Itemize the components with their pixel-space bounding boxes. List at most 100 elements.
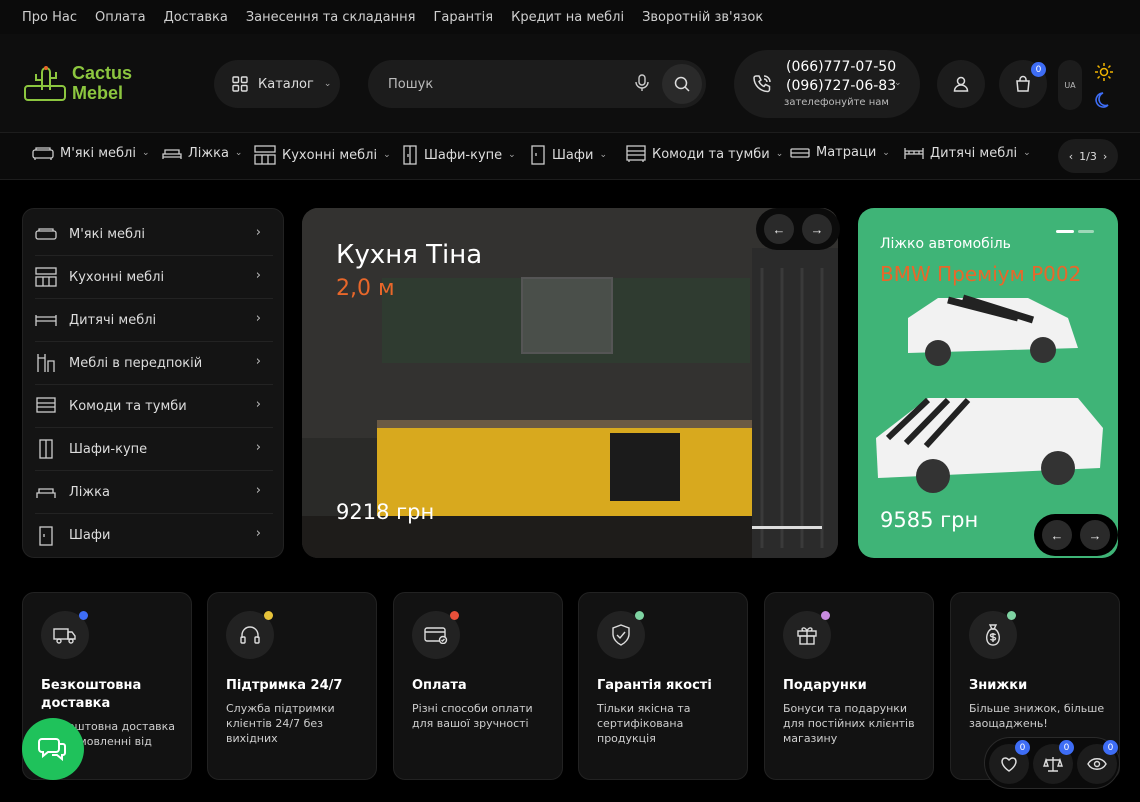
side-item-beds[interactable]: Ліжка › [35, 471, 273, 514]
sun-icon[interactable] [1094, 62, 1114, 82]
phone-number-2[interactable]: (096)727-06-83 [786, 78, 896, 94]
wardrobe-icon [531, 145, 545, 165]
nav-item-dressers[interactable]: Комоди та тумби ⌄ [626, 145, 783, 163]
scales-icon [1043, 757, 1063, 772]
catalog-label: Каталог [258, 76, 314, 92]
feature-title: Подарунки [783, 678, 867, 693]
nav-item-wardrobes[interactable]: Шафи ⌄ [530, 145, 607, 165]
chevron-right-icon: › [255, 268, 261, 283]
wishlist-button[interactable]: 0 [989, 740, 1030, 784]
link-about[interactable]: Про Нас [22, 10, 77, 25]
nav-label: Кухонні меблі [282, 147, 378, 163]
promo-title: Ліжко автомобіль [880, 236, 1011, 252]
chevron-down-icon: ⌄ [234, 148, 243, 158]
feature-title: Безкоштовна доставка [41, 678, 142, 711]
theme-toggle[interactable] [1094, 62, 1114, 110]
nav-item-sliding-wardrobes[interactable]: Шафи-купе ⌄ [402, 145, 516, 165]
side-item-label: Ліжка [69, 484, 110, 500]
feature-desc: Служба підтримки клієнтів 24/7 без вихід… [226, 702, 335, 745]
link-assembly[interactable]: Занесення та складання [246, 10, 416, 25]
account-button[interactable] [937, 60, 985, 108]
side-item-dressers[interactable]: Комоди та тумби › [35, 385, 273, 428]
language-switch[interactable]: UA [1058, 60, 1082, 110]
viewed-button[interactable]: 0 [1077, 740, 1118, 784]
chat-button[interactable] [22, 718, 84, 780]
search-icon [674, 76, 690, 92]
cart-button[interactable]: 0 [999, 60, 1047, 108]
kitchen-icon [254, 145, 276, 165]
wishlist-count-badge: 0 [1015, 740, 1030, 755]
microphone-icon[interactable] [634, 74, 650, 92]
kids-bed-icon [35, 315, 57, 326]
nav-item-kitchen[interactable]: Кухонні меблі ⌄ [254, 145, 391, 165]
wardrobe-sliding-icon [403, 145, 417, 165]
grid-icon [232, 76, 248, 92]
side-item-hallway[interactable]: Меблі в передпокій › [35, 342, 273, 385]
side-item-sliding-wardrobes[interactable]: Шафи-купе › [35, 428, 273, 471]
link-feedback[interactable]: Зворотній зв'язок [642, 10, 763, 25]
gift-icon [797, 627, 817, 645]
side-category-menu: М'які меблі › Кухонні меблі › Дитячі меблі… [22, 208, 284, 558]
mattress-icon [790, 147, 810, 158]
nav-label: Комоди та тумби [652, 146, 770, 162]
floating-action-bar: 0 0 0 [984, 737, 1120, 789]
heart-icon [1001, 757, 1017, 772]
eye-icon [1087, 758, 1107, 770]
chevron-down-icon: ⌄ [383, 150, 391, 160]
chevron-right-icon[interactable]: › [1103, 150, 1107, 163]
arrow-right-icon[interactable]: → [802, 214, 832, 244]
feature-dot [635, 611, 644, 620]
link-warranty[interactable]: Гарантія [433, 10, 493, 25]
credit-card-icon [424, 627, 448, 644]
side-item-soft-furniture[interactable]: М'які меблі › [35, 213, 273, 256]
bed-icon [162, 149, 182, 159]
kids-bed-icon [904, 148, 924, 159]
nav-label: М'які меблі [60, 145, 136, 161]
chevron-down-icon: ⌄ [599, 150, 607, 160]
side-item-label: М'які меблі [69, 226, 145, 242]
promo-arrows: ← → [1034, 514, 1118, 556]
nav-item-kids[interactable]: Дитячі меблі ⌄ [904, 145, 1031, 161]
phone-number-1[interactable]: (066)777-07-50 [786, 59, 896, 75]
promo-card[interactable]: Ліжко автомобіль BMW Преміум P002 9585 г… [858, 208, 1118, 558]
hero-slide[interactable]: Кухня Тіна 2,0 м 9218 грн [302, 208, 838, 558]
category-nav: М'які меблі ⌄ Ліжка ⌄ Кухонні меблі ⌄ Шафи-… [0, 132, 1140, 180]
sofa-icon [35, 228, 57, 240]
side-item-label: Комоди та тумби [69, 398, 187, 414]
shield-check-icon [612, 624, 630, 646]
search-input[interactable] [388, 74, 618, 94]
logo[interactable]: Cactus Mebel [22, 60, 132, 106]
hero-title: Кухня Тіна [336, 240, 483, 270]
link-credit[interactable]: Кредит на меблі [511, 10, 624, 25]
feature-desc: Бонуси та подарунки для постійних клієнт… [783, 702, 915, 745]
catalog-button[interactable]: Каталог ⌄ [214, 60, 340, 108]
chevron-right-icon: › [255, 397, 261, 412]
nav-item-soft-furniture[interactable]: М'які меблі ⌄ [32, 145, 150, 161]
bed-icon [36, 488, 56, 498]
arrow-left-icon[interactable]: ← [1042, 520, 1072, 550]
nav-item-beds[interactable]: Ліжка ⌄ [162, 145, 242, 161]
side-item-wardrobes[interactable]: Шафи › [35, 514, 273, 557]
feature-title: Гарантія якості [597, 678, 712, 693]
link-payment[interactable]: Оплата [95, 10, 146, 25]
side-item-label: Шафи-купе [69, 441, 148, 457]
moon-icon[interactable] [1094, 90, 1114, 110]
compare-button[interactable]: 0 [1033, 740, 1074, 784]
side-item-kitchen[interactable]: Кухонні меблі › [35, 256, 273, 299]
chevron-left-icon[interactable]: ‹ [1069, 150, 1073, 163]
chevron-down-icon: ⌄ [1023, 148, 1031, 158]
chevron-down-icon: ⌄ [508, 150, 516, 160]
link-delivery[interactable]: Доставка [164, 10, 228, 25]
chevron-right-icon: › [255, 311, 261, 326]
search-button[interactable] [662, 64, 702, 104]
dresser-icon [36, 397, 56, 413]
feature-dot [264, 611, 273, 620]
nav-pager[interactable]: ‹ 1/3 › [1058, 139, 1118, 173]
side-item-kids[interactable]: Дитячі меблі › [35, 299, 273, 342]
side-item-label: Шафи [69, 528, 111, 543]
feature-desc: Більше знижок, більше заощаджень! [969, 702, 1105, 730]
nav-item-mattresses[interactable]: Матраци ⌄ [790, 145, 890, 160]
arrow-right-icon[interactable]: → [1080, 520, 1110, 550]
arrow-left-icon[interactable]: ← [764, 214, 794, 244]
phone-contact[interactable]: (066)777-07-50 (096)727-06-83 зателефону… [734, 50, 920, 118]
